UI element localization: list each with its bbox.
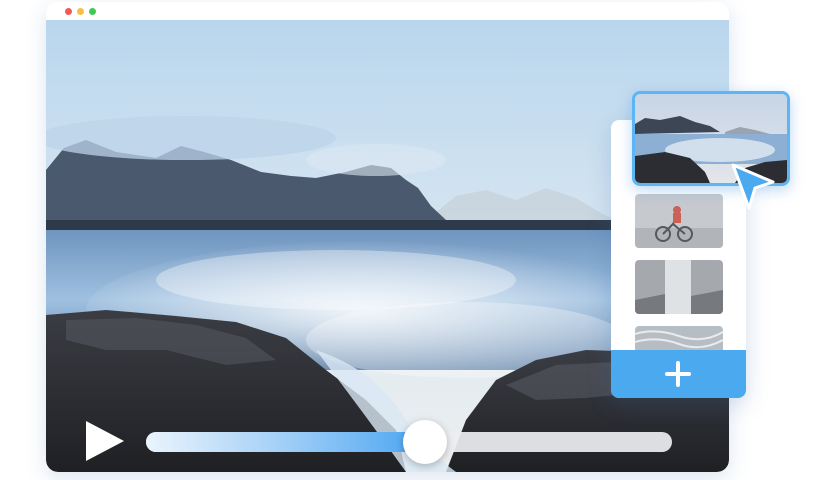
add-clip-button[interactable] bbox=[611, 350, 746, 398]
playback-timeline[interactable] bbox=[146, 420, 672, 464]
waterfall-thumbnail[interactable] bbox=[635, 260, 723, 314]
cyclist-thumbnail[interactable] bbox=[635, 194, 723, 248]
timeline-progress bbox=[146, 432, 425, 452]
close-window-dot[interactable] bbox=[65, 8, 72, 15]
maximize-window-dot[interactable] bbox=[89, 8, 96, 15]
cursor-arrow-icon bbox=[731, 163, 775, 210]
timeline-scrubber-handle[interactable] bbox=[402, 420, 447, 464]
play-icon[interactable] bbox=[82, 418, 128, 464]
title-bar bbox=[46, 2, 729, 20]
plus-icon-vertical bbox=[676, 361, 680, 387]
minimize-window-dot[interactable] bbox=[77, 8, 84, 15]
video-editor-illustration bbox=[0, 0, 840, 480]
